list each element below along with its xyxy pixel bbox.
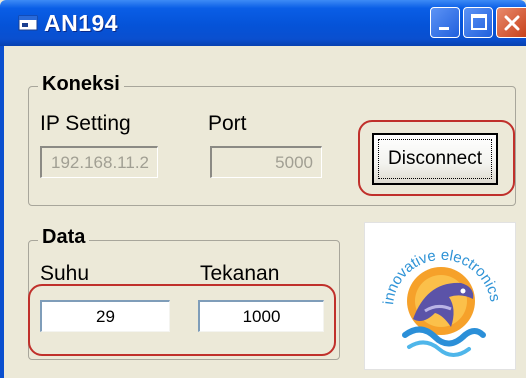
window-title: AN194 <box>44 10 119 36</box>
koneksi-legend: Koneksi <box>38 73 124 96</box>
data-values-highlight <box>28 284 336 356</box>
app-window-icon <box>18 15 38 31</box>
suhu-label: Suhu <box>40 262 90 285</box>
close-icon <box>504 15 520 31</box>
disconnect-highlight <box>358 120 515 196</box>
maximize-icon <box>471 14 487 30</box>
ip-setting-label: IP Setting <box>40 112 131 135</box>
innovative-electronics-logo: innovative electronics <box>364 222 516 370</box>
window-frame-left <box>0 46 4 378</box>
title-bar[interactable]: AN194 <box>0 0 526 46</box>
port-field[interactable]: 5000 <box>210 146 322 178</box>
maximize-button[interactable] <box>463 7 493 38</box>
dolphin-logo-icon: innovative electronics <box>380 247 504 357</box>
ip-setting-field[interactable]: 192.168.11.2 <box>40 146 158 178</box>
app-window: AN194 Koneksi IP Setting Port 192.168.11… <box>0 0 526 378</box>
tekanan-label: Tekanan <box>200 262 280 285</box>
port-label: Port <box>208 112 247 135</box>
close-button[interactable] <box>496 7 526 38</box>
data-legend: Data <box>38 226 90 249</box>
minimize-button[interactable] <box>430 7 460 38</box>
minimize-icon <box>439 27 449 30</box>
